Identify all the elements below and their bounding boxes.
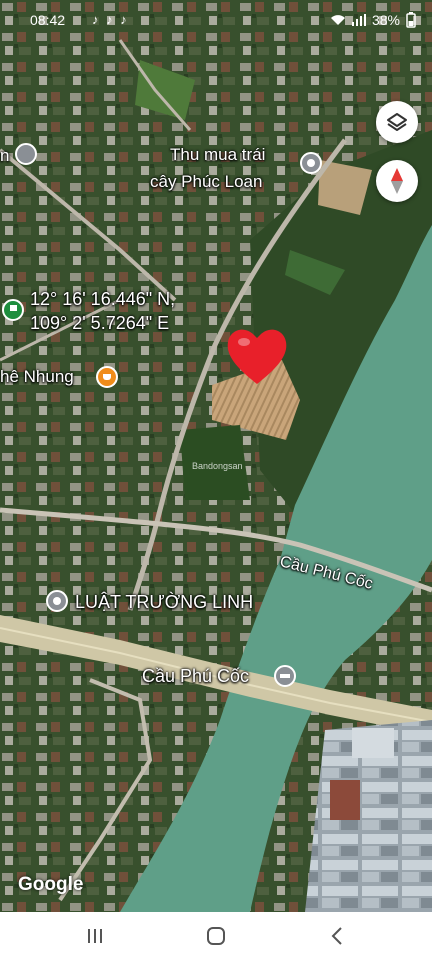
status-time: 08:42 — [30, 12, 66, 28]
recents-button[interactable] — [80, 924, 110, 948]
wifi-icon — [330, 15, 345, 25]
compass-icon — [391, 168, 403, 194]
fruit-shop-label-2[interactable]: cây Phúc Loan — [150, 172, 262, 192]
back-button[interactable] — [322, 924, 352, 948]
battery-icon — [406, 12, 416, 28]
coord-lon: 109° 2' 5.7264" E — [30, 313, 170, 333]
system-nav-bar — [0, 912, 432, 960]
edge-poi-label[interactable]: n — [0, 146, 9, 166]
battery-text: 38% — [371, 12, 400, 28]
layers-icon — [387, 113, 407, 131]
satellite-map[interactable]: 08:42 ♪ ♪ ♪ 38% Thu mua trái cây Phúc Lo… — [0, 0, 432, 912]
shop-pin-icon[interactable] — [300, 152, 322, 174]
status-right: 38% — [330, 12, 416, 28]
home-icon — [207, 927, 225, 945]
law-office-label[interactable]: LUẬT TRƯỜNG LINH — [75, 592, 253, 613]
watermark-label: Bandongsan — [192, 461, 243, 471]
signal-icon — [351, 14, 366, 26]
google-logo: Google — [18, 874, 84, 895]
bridge-pin-icon[interactable] — [274, 665, 296, 687]
cafe-pin-icon[interactable] — [96, 366, 118, 388]
office-pin-icon[interactable] — [46, 590, 68, 612]
home-button[interactable] — [201, 924, 231, 948]
coord-lat: 12° 16' 16.446" N, — [30, 289, 176, 309]
compass-button[interactable] — [376, 160, 418, 202]
tiktok-icons: ♪ ♪ ♪ — [92, 12, 129, 27]
museum-pin-icon[interactable] — [15, 143, 37, 165]
satellite-imagery — [0, 0, 432, 912]
layers-button[interactable] — [376, 101, 418, 143]
status-bar: 08:42 ♪ ♪ ♪ 38% — [0, 0, 432, 40]
heart-marker-icon — [227, 329, 287, 384]
flag-pin-icon[interactable] — [2, 299, 24, 321]
back-icon — [331, 927, 342, 945]
fruit-shop-label-1[interactable]: Thu mua trái — [170, 145, 265, 165]
bridge-poi-label[interactable]: Cầu Phú Cốc — [142, 666, 249, 687]
recents-icon — [88, 929, 102, 943]
cafe-label[interactable]: hê Nhung — [0, 367, 74, 387]
